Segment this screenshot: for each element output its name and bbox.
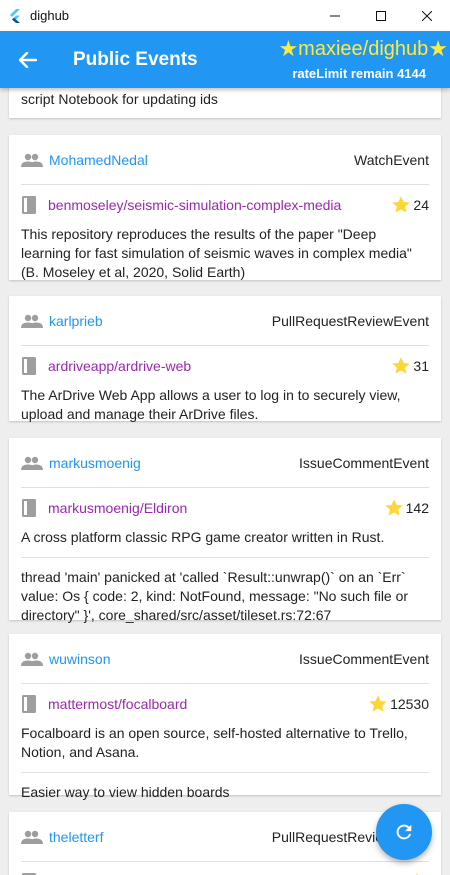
refresh-icon [393, 821, 415, 843]
event-comment: thread 'main' panicked at 'called `Resul… [21, 569, 409, 623]
book-icon [21, 694, 41, 714]
repo-link[interactable]: ardriveapp/ardrive-web [48, 358, 391, 374]
people-icon [21, 649, 49, 669]
event-type: PullRequestReviewEvent [271, 312, 429, 329]
event-card[interactable]: MohamedNedal WatchEvent benmoseley/seism… [9, 135, 441, 280]
repo-link[interactable]: benmoseley/seismic-simulation-complex-me… [48, 197, 391, 213]
star-count: 31 [413, 358, 429, 374]
app-bar: Public Events ★ maxiee/dighub ★ rateLimi… [0, 31, 450, 88]
event-user-link[interactable]: wuwinson [49, 651, 299, 667]
window-titlebar: dighub [0, 0, 450, 31]
star-count: 142 [405, 500, 429, 516]
event-comment: Easier way to view hidden boards [21, 784, 230, 800]
star-icon: ★ [278, 36, 299, 61]
book-icon [21, 195, 41, 215]
flutter-logo-icon [0, 0, 30, 31]
people-icon [21, 453, 49, 473]
account-link[interactable]: ★ maxiee/dighub ★ [278, 37, 448, 61]
back-arrow-icon[interactable] [14, 46, 42, 74]
people-icon [21, 311, 49, 331]
repo-description: The ArDrive Web App allows a user to log… [21, 387, 401, 422]
star-count: 24 [413, 197, 429, 213]
window-title: dighub [30, 8, 70, 23]
maximize-button[interactable] [358, 0, 404, 31]
book-icon [21, 498, 41, 518]
refresh-button[interactable] [376, 804, 432, 860]
star-icon [391, 195, 411, 215]
rate-limit-label: rateLimit remain 4144 [292, 66, 426, 81]
event-type: IssueCommentEvent [299, 650, 429, 667]
event-card[interactable]: karlprieb PullRequestReviewEvent ardrive… [9, 296, 441, 422]
close-button[interactable] [404, 0, 450, 31]
event-user-link[interactable]: karlprieb [49, 313, 272, 329]
event-card[interactable]: theletterf PullRequestReviewEvent [9, 812, 441, 875]
event-card[interactable]: script Notebook for updating ids [9, 88, 441, 118]
account-name: maxiee/dighub [298, 38, 429, 60]
event-feed[interactable]: script Notebook for updating ids Mohamed… [0, 88, 450, 875]
event-user-link[interactable]: MohamedNedal [49, 152, 354, 168]
repo-description: script Notebook for updating ids [21, 91, 218, 107]
event-type: IssueCommentEvent [299, 454, 429, 471]
book-icon [21, 356, 41, 376]
people-icon [21, 150, 49, 170]
people-icon [21, 827, 49, 847]
event-type: WatchEvent [354, 151, 429, 168]
star-icon: ★ [428, 36, 448, 61]
event-card[interactable]: wuwinson IssueCommentEvent mattermost/fo… [9, 634, 441, 800]
repo-link[interactable]: mattermost/focalboard [48, 696, 368, 712]
event-user-link[interactable]: theletterf [49, 829, 272, 845]
star-icon [391, 356, 411, 376]
star-icon [368, 694, 388, 714]
star-count: 12530 [390, 696, 429, 712]
repo-description: This repository reproduces the results o… [21, 226, 412, 280]
page-title: Public Events [73, 49, 198, 70]
repo-link[interactable]: markusmoenig/Eldiron [48, 500, 384, 516]
minimize-button[interactable] [312, 0, 358, 31]
event-user-link[interactable]: markusmoenig [49, 455, 299, 471]
star-icon [384, 498, 404, 518]
repo-description: A cross platform classic RPG game creato… [21, 529, 385, 545]
event-card[interactable]: markusmoenig IssueCommentEvent markusmoe… [9, 438, 441, 623]
repo-description: Focalboard is an open source, self-hoste… [21, 725, 408, 760]
